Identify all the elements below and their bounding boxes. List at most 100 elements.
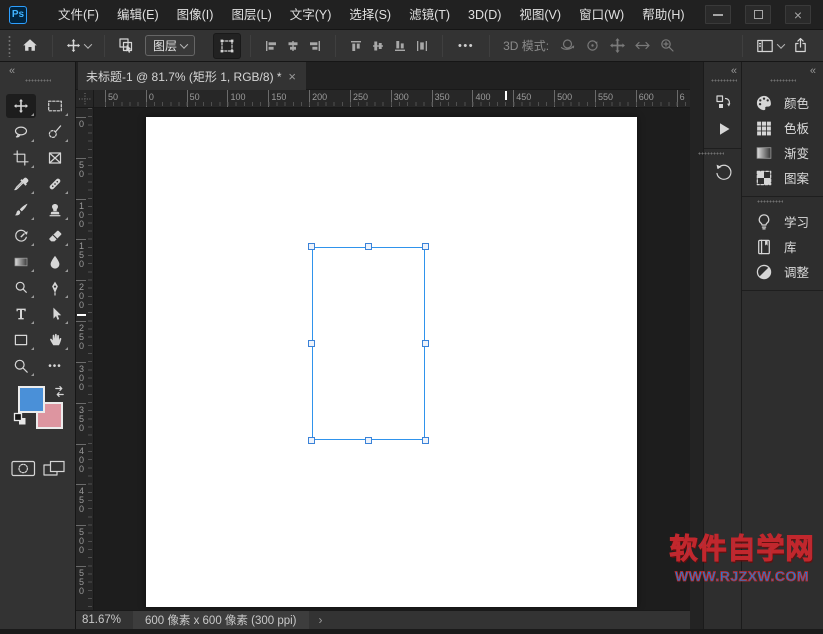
distribute-horizontal-button[interactable] (411, 33, 433, 59)
collapse-panel-icon[interactable]: « (810, 65, 815, 77)
horizontal-ruler[interactable]: 500501001502002503003504004505005506006 (76, 90, 690, 108)
transform-handle-w[interactable] (308, 340, 315, 347)
share-button[interactable] (788, 33, 813, 59)
collapse-panel-icon[interactable]: « (731, 65, 736, 77)
color-panel-button[interactable]: 颜色 (742, 90, 823, 115)
maximize-button[interactable] (745, 5, 771, 24)
rectangular-marquee-tool[interactable] (40, 94, 70, 118)
menu-item[interactable]: 3D(D) (459, 0, 510, 30)
3d-orbit-button[interactable] (555, 33, 580, 59)
collapse-panel-icon[interactable]: « (9, 65, 14, 77)
transform-handle-nw[interactable] (308, 243, 315, 250)
type-tool[interactable] (6, 302, 36, 326)
path-selection-tool[interactable] (40, 302, 70, 326)
gradients-panel-button[interactable]: 渐变 (742, 140, 823, 165)
gradient-tool[interactable] (6, 250, 36, 274)
document-info[interactable]: 600 像素 x 600 像素 (300 ppi) (133, 611, 309, 629)
libraries-panel-icon (755, 238, 773, 256)
transform-handle-n[interactable] (365, 243, 372, 250)
history-panel-button[interactable] (704, 159, 744, 185)
close-button[interactable]: × (785, 5, 811, 24)
align-vertical-centers-button[interactable] (367, 33, 389, 59)
transform-handle-s[interactable] (365, 437, 372, 444)
panel-grip[interactable] (711, 79, 737, 82)
menu-item[interactable]: 文字(Y) (281, 0, 341, 30)
panel-grip[interactable] (770, 79, 796, 82)
screen-mode-button[interactable] (43, 460, 66, 482)
history-brush-tool[interactable] (6, 224, 36, 248)
learn-panel-button[interactable]: 学习 (742, 209, 823, 234)
panel-grip[interactable] (757, 200, 783, 203)
transform-handle-ne[interactable] (422, 243, 429, 250)
panel-grip[interactable] (698, 152, 724, 155)
show-transform-controls-toggle[interactable] (213, 33, 241, 59)
home-button[interactable] (17, 33, 43, 59)
menu-item[interactable]: 图像(I) (168, 0, 223, 30)
3d-drag-button[interactable] (605, 33, 630, 59)
align-right-edges-button[interactable] (304, 33, 326, 59)
crop-tool[interactable] (6, 146, 36, 170)
menu-item[interactable]: 窗口(W) (570, 0, 633, 30)
rectangle-tool[interactable] (6, 328, 36, 352)
default-colors-icon[interactable] (13, 412, 27, 431)
vertical-ruler[interactable]: 050100150200250300350400450500550 (76, 108, 94, 610)
libraries-panel-button[interactable]: 库 (742, 234, 823, 259)
adjustments-panel-button[interactable]: 调整 (742, 259, 823, 284)
edit-toolbar-button[interactable]: ••• (40, 354, 70, 378)
3d-roll-button[interactable] (580, 33, 605, 59)
lasso-tool[interactable] (6, 120, 36, 144)
3d-slide-button[interactable] (630, 33, 655, 59)
shape-transform-box[interactable] (312, 247, 425, 440)
swatches-panel-button[interactable]: 色板 (742, 115, 823, 140)
clone-stamp-tool[interactable] (40, 198, 70, 222)
quick-selection-tool[interactable] (40, 120, 70, 144)
document-canvas[interactable] (146, 117, 637, 607)
pen-tool[interactable] (40, 276, 70, 300)
photoshop-logo-icon[interactable]: Ps (9, 6, 27, 24)
blur-tool[interactable] (40, 250, 70, 274)
menu-item[interactable]: 选择(S) (340, 0, 400, 30)
frame-tool[interactable] (40, 146, 70, 170)
workspace-switcher-button[interactable] (752, 33, 788, 59)
move-tool[interactable] (6, 94, 36, 118)
menu-item[interactable]: 滤镜(T) (400, 0, 459, 30)
align-top-edges-button[interactable] (345, 33, 367, 59)
foreground-color-swatch[interactable] (18, 386, 45, 413)
menu-item[interactable]: 视图(V) (510, 0, 570, 30)
zoom-level-field[interactable]: 81.67% (76, 614, 129, 626)
document-tab[interactable]: 未标题-1 @ 81.7% (矩形 1, RGB/8) * × (78, 62, 306, 90)
move-tool-preset-button[interactable] (62, 33, 95, 59)
3d-zoom-button[interactable] (655, 33, 680, 59)
align-options-button[interactable]: ••• (452, 33, 480, 59)
transform-handle-sw[interactable] (308, 437, 315, 444)
eyedropper-tool[interactable] (6, 172, 36, 196)
minimize-button[interactable] (705, 5, 731, 24)
transform-handle-se[interactable] (422, 437, 429, 444)
tab-close-icon[interactable]: × (286, 69, 298, 84)
actions-panel-button[interactable] (704, 116, 744, 142)
status-options-chevron[interactable]: › (319, 613, 323, 627)
ruler-origin[interactable] (76, 90, 94, 108)
menu-item[interactable]: 编辑(E) (108, 0, 168, 30)
eraser-tool[interactable] (40, 224, 70, 248)
brush-tool[interactable] (6, 198, 36, 222)
menu-item[interactable]: 图层(L) (222, 0, 280, 30)
options-bar-grip[interactable] (8, 35, 11, 57)
menu-item[interactable]: 帮助(H) (633, 0, 693, 30)
quick-mask-mode-button[interactable] (11, 460, 36, 482)
zoom-tool[interactable] (6, 354, 36, 378)
clone-source-panel-button[interactable] (704, 90, 744, 116)
patterns-panel-button[interactable]: 图案 (742, 165, 823, 190)
swap-colors-icon[interactable] (53, 385, 66, 403)
auto-select-toggle[interactable] (114, 33, 139, 59)
align-left-edges-button[interactable] (260, 33, 282, 59)
align-bottom-edges-button[interactable] (389, 33, 411, 59)
transform-handle-e[interactable] (422, 340, 429, 347)
panel-grip[interactable] (25, 79, 51, 82)
hand-tool[interactable] (40, 328, 70, 352)
spot-healing-brush-tool[interactable] (40, 172, 70, 196)
menu-item[interactable]: 文件(F) (49, 0, 108, 30)
align-horizontal-centers-button[interactable] (282, 33, 304, 59)
dodge-tool[interactable] (6, 276, 36, 300)
auto-select-target-dropdown[interactable]: 图层 (145, 35, 195, 56)
